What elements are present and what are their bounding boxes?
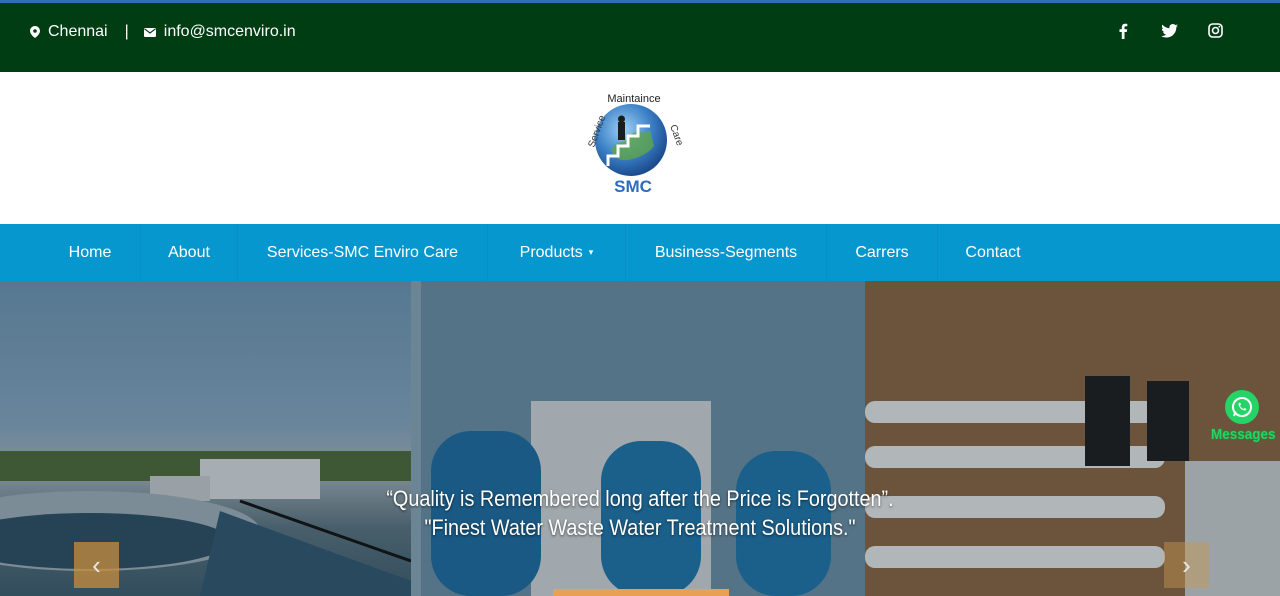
svg-text:SMC: SMC	[614, 177, 652, 196]
nav-services[interactable]: Services-SMC Enviro Care	[238, 224, 487, 281]
nav-home[interactable]: Home	[40, 224, 140, 281]
nav-business-segments[interactable]: Business-Segments	[626, 224, 826, 281]
hero-overlay	[0, 281, 1280, 596]
hero-slider: “Quality is Remembered long after the Pr…	[0, 281, 1280, 596]
whatsapp-button[interactable]	[1225, 390, 1259, 424]
nav-carrers[interactable]: Carrers	[827, 224, 937, 281]
facebook-icon[interactable]	[1100, 23, 1146, 43]
envelope-icon	[143, 27, 156, 37]
slider-prev-button[interactable]: ‹	[74, 542, 119, 588]
nav-contact-label: Contact	[965, 244, 1021, 261]
nav-carrers-label: Carrers	[855, 244, 909, 261]
hero-cta-button[interactable]	[553, 589, 729, 596]
nav-products-label: Products	[519, 244, 583, 261]
smc-logo[interactable]: Maintaince Service Care SMC	[578, 88, 688, 200]
topbar: Chennai | info@smcenviro.in	[0, 0, 1280, 72]
nav-contact[interactable]: Contact	[938, 224, 1048, 281]
slider-next-button[interactable]: ›	[1164, 542, 1209, 588]
nav-business-label: Business-Segments	[654, 244, 798, 261]
hero-quote-line1: “Quality is Remembered long after the Pr…	[386, 486, 894, 511]
location-text: Chennai	[48, 23, 108, 40]
nav-about-label: About	[168, 244, 210, 261]
instagram-icon[interactable]	[1192, 23, 1238, 43]
main-navbar: Home About Services-SMC Enviro Care Prod…	[0, 224, 1280, 281]
nav-services-label: Services-SMC Enviro Care	[266, 244, 459, 261]
chevron-left-icon: ‹	[92, 550, 101, 580]
hero-quote-line2: "Finest Water Waste Water Treatment Solu…	[424, 515, 856, 540]
whatsapp-label[interactable]: Messages	[1211, 426, 1276, 443]
whatsapp-icon	[1232, 397, 1252, 417]
social-links	[1100, 23, 1238, 43]
svg-text:Care: Care	[667, 123, 685, 148]
caret-down-icon: ▾	[588, 247, 594, 257]
header-logo-area: Maintaince Service Care SMC	[0, 72, 1280, 224]
chevron-right-icon: ›	[1182, 550, 1191, 580]
nav-products[interactable]: Products ▾	[488, 224, 625, 281]
email-link[interactable]: info@smcenviro.in	[164, 23, 296, 41]
nav-home-label: Home	[68, 244, 112, 261]
contact-info: Chennai | info@smcenviro.in	[30, 23, 296, 41]
separator: |	[124, 23, 129, 40]
location-pin-icon	[30, 26, 40, 38]
svg-text:Maintaince: Maintaince	[607, 93, 660, 105]
nav-about[interactable]: About	[141, 224, 237, 281]
twitter-icon[interactable]	[1146, 23, 1192, 43]
